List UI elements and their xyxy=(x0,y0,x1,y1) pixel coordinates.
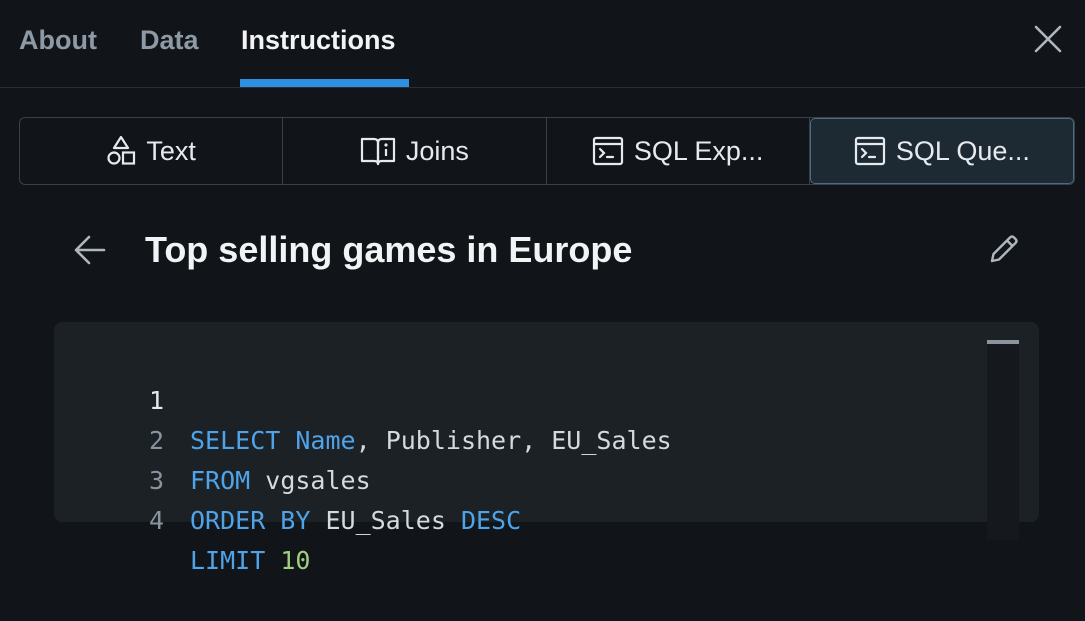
tab-instructions[interactable]: Instructions xyxy=(241,22,396,58)
tab-data[interactable]: Data xyxy=(140,22,199,58)
segment-sql-expression-label: SQL Exp... xyxy=(633,135,764,166)
segment-text-label: Text xyxy=(146,135,196,166)
segment-joins[interactable]: Joins xyxy=(283,118,547,184)
sql-keyword: ORDER BY xyxy=(190,506,311,535)
line-number: 1 xyxy=(148,386,164,415)
sql-text: EU_Sales xyxy=(310,506,461,535)
sql-code-editor[interactable]: 1 SELECT Name, Publisher, EU_Sales 2 FRO… xyxy=(54,322,1039,575)
segment-sql-expression[interactable]: SQL Exp... xyxy=(547,118,810,184)
book-info-icon xyxy=(360,137,395,166)
sql-text: vgsales xyxy=(250,466,371,495)
code-text: SELECT Name, Publisher, EU_Sales xyxy=(190,421,672,461)
pencil-icon xyxy=(990,235,1018,263)
terminal-icon xyxy=(592,136,623,166)
line-number: 2 xyxy=(148,426,164,455)
tab-about[interactable]: About xyxy=(19,22,97,58)
sql-keyword: Name xyxy=(295,426,356,455)
code-line: 2 FROM vgsales xyxy=(54,381,371,495)
query-title: Top selling games in Europe xyxy=(145,229,633,270)
code-text: ORDER BY EU_Sales DESC xyxy=(190,501,521,541)
sql-keyword: DESC xyxy=(460,506,522,535)
code-line: 4 LIMIT 10 xyxy=(54,461,311,575)
sql-number: 10 xyxy=(280,546,311,575)
segment-joins-label: Joins xyxy=(405,135,469,166)
sql-keyword: FROM xyxy=(190,466,251,495)
scrollbar-thumb[interactable] xyxy=(987,340,1019,344)
close-button[interactable] xyxy=(1033,24,1063,54)
segment-sql-query-label: SQL Que... xyxy=(895,135,1030,166)
panel-header: About Data Instructions xyxy=(0,0,1085,88)
code-line: 3 ORDER BY EU_Sales DESC xyxy=(54,421,521,535)
arrow-left-icon xyxy=(74,235,106,265)
segment-sql-query[interactable]: SQL Que... xyxy=(809,118,1074,184)
code-line: 1 SELECT Name, Publisher, EU_Sales xyxy=(54,341,672,455)
segment-text[interactable]: Text xyxy=(20,118,284,184)
code-text: LIMIT 10 xyxy=(190,541,310,581)
sql-keyword: SELECT xyxy=(190,426,281,455)
editor-scrollbar[interactable] xyxy=(987,340,1019,540)
shapes-icon xyxy=(107,135,136,165)
back-button[interactable] xyxy=(72,232,108,268)
line-number: 4 xyxy=(148,506,164,535)
sql-keyword: LIMIT xyxy=(190,546,266,575)
terminal-icon xyxy=(854,136,885,166)
sql-text: , Publisher, EU_Sales xyxy=(355,426,672,455)
active-tab-indicator xyxy=(240,79,409,87)
code-text: FROM vgsales xyxy=(190,461,371,501)
edit-button[interactable] xyxy=(986,233,1020,267)
close-icon xyxy=(1034,25,1062,53)
line-number: 3 xyxy=(148,466,164,495)
instruction-type-selector: Text Joins SQL Exp... SQL Que... xyxy=(19,117,1075,185)
